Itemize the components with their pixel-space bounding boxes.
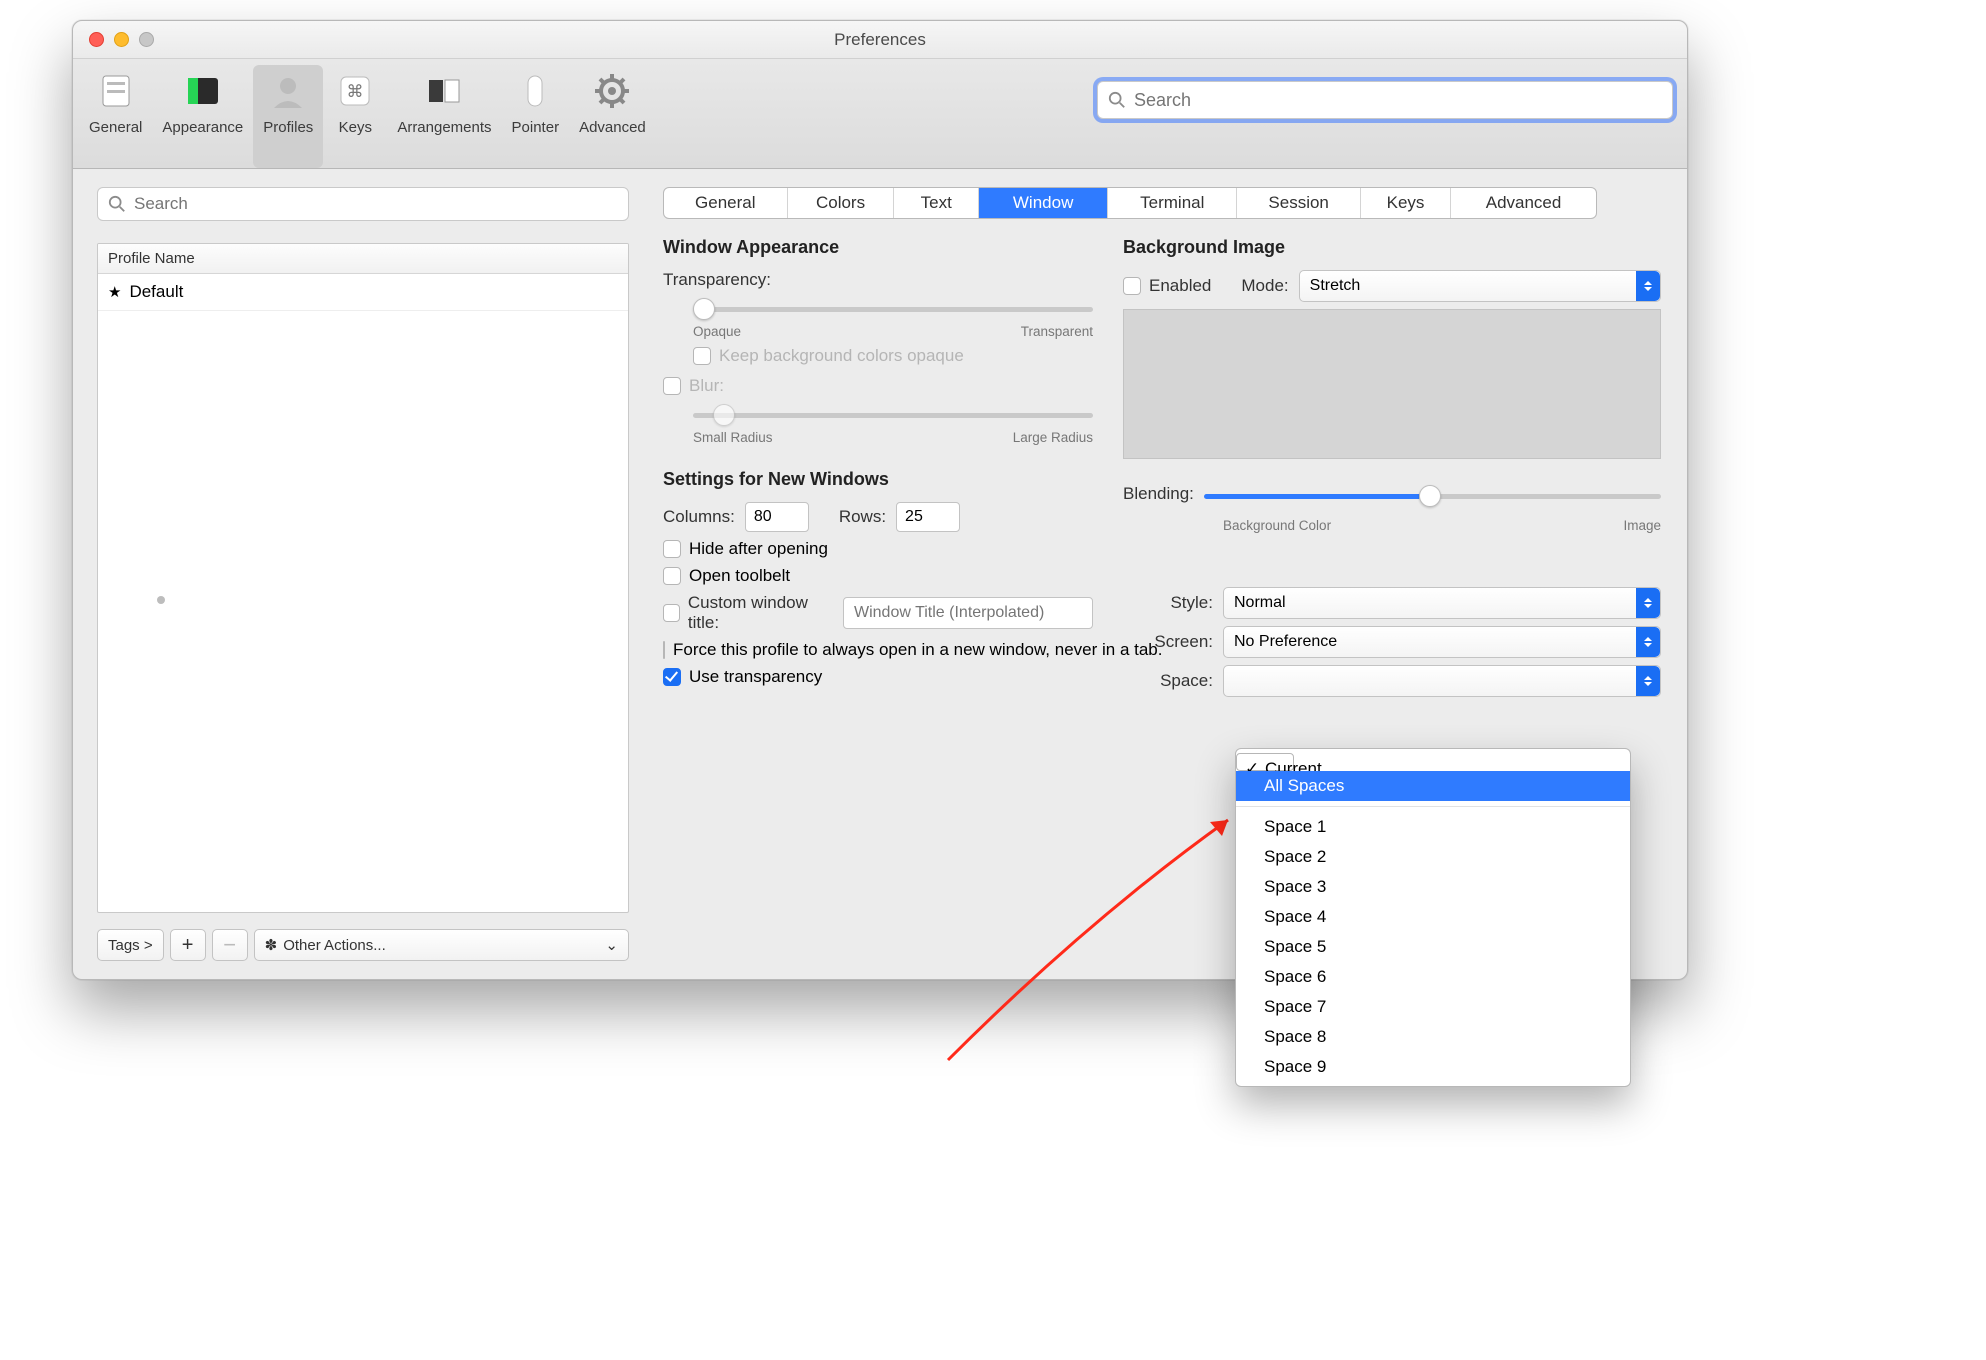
chevron-updown-icon <box>1636 588 1660 618</box>
toolbar-appearance[interactable]: Appearance <box>152 65 253 168</box>
menu-item-space[interactable]: Space 9 <box>1236 1052 1630 1082</box>
menu-item-space[interactable]: Space 8 <box>1236 1022 1630 1052</box>
profile-row[interactable]: ★ Default <box>98 274 628 311</box>
style-select[interactable]: Normal <box>1223 587 1661 619</box>
menu-item-space[interactable]: Space 5 <box>1236 932 1630 962</box>
transparency-label: Transparency: <box>663 270 1093 290</box>
custom-title-checkbox[interactable] <box>663 604 680 622</box>
profile-icon <box>266 69 310 113</box>
rows-input[interactable] <box>896 502 960 532</box>
profile-search[interactable] <box>97 187 629 221</box>
screen-select[interactable]: No Preference <box>1223 626 1661 658</box>
hide-after-checkbox[interactable] <box>663 540 681 558</box>
tab-general[interactable]: General <box>664 188 788 218</box>
chevron-down-icon: ⌄ <box>605 936 618 954</box>
custom-title-input[interactable] <box>843 597 1093 629</box>
titlebar: Preferences <box>73 21 1687 59</box>
toolbar-arrangements[interactable]: Arrangements <box>387 65 501 168</box>
profile-name: Default <box>129 282 183 302</box>
chevron-updown-icon <box>1636 271 1660 301</box>
background-image-heading: Background Image <box>1123 237 1661 258</box>
tab-colors[interactable]: Colors <box>788 188 895 218</box>
menu-item-current-space[interactable]: Current Space <box>1236 753 1294 771</box>
tab-text[interactable]: Text <box>894 188 979 218</box>
search-icon <box>108 195 126 213</box>
tab-session[interactable]: Session <box>1237 188 1361 218</box>
menu-item-space[interactable]: Space 6 <box>1236 962 1630 992</box>
menu-item-space[interactable]: Space 7 <box>1236 992 1630 1022</box>
window-appearance-heading: Window Appearance <box>663 237 1093 258</box>
sliders-icon <box>94 69 138 113</box>
toolbar-keys[interactable]: ⌘ Keys <box>323 65 387 168</box>
remove-profile-button: − <box>212 929 248 961</box>
profile-tabs: General Colors Text Window Terminal Sess… <box>663 187 1597 219</box>
bg-enabled-checkbox[interactable] <box>1123 277 1141 295</box>
toolbar-advanced[interactable]: Advanced <box>569 65 656 168</box>
tab-window[interactable]: Window <box>979 188 1108 218</box>
arrangements-icon <box>422 69 466 113</box>
profile-list: Profile Name ★ Default <box>97 243 629 913</box>
appearance-icon <box>181 69 225 113</box>
menu-separator <box>1236 806 1630 807</box>
other-actions-button[interactable]: ✽ Other Actions... ⌄ <box>254 929 629 961</box>
chevron-updown-icon <box>1636 627 1660 657</box>
toolbar-search-input[interactable] <box>1134 90 1662 111</box>
menu-item-all-spaces[interactable]: All Spaces <box>1236 771 1630 801</box>
tab-terminal[interactable]: Terminal <box>1108 188 1237 218</box>
space-dropdown-menu: Current Space All Spaces Space 1 Space 2… <box>1235 748 1631 1087</box>
toolbar-general[interactable]: General <box>79 65 152 168</box>
toolbar-profiles[interactable]: Profiles <box>253 65 323 168</box>
gear-icon <box>590 69 634 113</box>
mode-select[interactable]: Stretch <box>1299 270 1661 302</box>
keep-bg-checkbox <box>693 347 711 365</box>
add-profile-button[interactable]: + <box>170 929 206 961</box>
blur-checkbox[interactable] <box>663 377 681 395</box>
blur-slider <box>693 404 1093 426</box>
use-transparency-checkbox[interactable] <box>663 668 681 686</box>
command-icon: ⌘ <box>333 69 377 113</box>
profile-column-header[interactable]: Profile Name <box>98 244 628 274</box>
tab-keys[interactable]: Keys <box>1361 188 1451 218</box>
gear-icon: ✽ <box>265 936 278 954</box>
force-new-window-checkbox[interactable] <box>663 641 665 659</box>
menu-item-space[interactable]: Space 1 <box>1236 812 1630 842</box>
toolbar: General Appearance Profiles ⌘ Keys Arran… <box>73 59 1687 169</box>
tags-button[interactable]: Tags > <box>97 929 164 961</box>
open-toolbelt-checkbox[interactable] <box>663 567 681 585</box>
chevron-updown-icon <box>1636 666 1660 696</box>
blending-slider[interactable] <box>1204 485 1661 507</box>
menu-item-space[interactable]: Space 2 <box>1236 842 1630 872</box>
svg-text:⌘: ⌘ <box>347 82 364 101</box>
drag-handle-icon[interactable] <box>157 596 165 604</box>
sidebar: Profile Name ★ Default Tags > + − ✽ Othe… <box>73 169 653 979</box>
transparency-slider[interactable] <box>693 298 1093 320</box>
columns-input[interactable] <box>745 502 809 532</box>
menu-item-space[interactable]: Space 4 <box>1236 902 1630 932</box>
window-title: Preferences <box>73 30 1687 50</box>
mouse-icon <box>513 69 557 113</box>
settings-new-windows-heading: Settings for New Windows <box>663 469 1093 490</box>
tab-advanced[interactable]: Advanced <box>1451 188 1596 218</box>
search-icon <box>1108 91 1126 109</box>
bg-image-preview[interactable] <box>1123 309 1661 459</box>
profile-search-input[interactable] <box>134 194 618 214</box>
star-icon: ★ <box>108 283 121 301</box>
menu-item-space[interactable]: Space 3 <box>1236 872 1630 902</box>
space-select[interactable] <box>1223 665 1661 697</box>
toolbar-search[interactable] <box>1097 81 1673 119</box>
toolbar-pointer[interactable]: Pointer <box>502 65 570 168</box>
